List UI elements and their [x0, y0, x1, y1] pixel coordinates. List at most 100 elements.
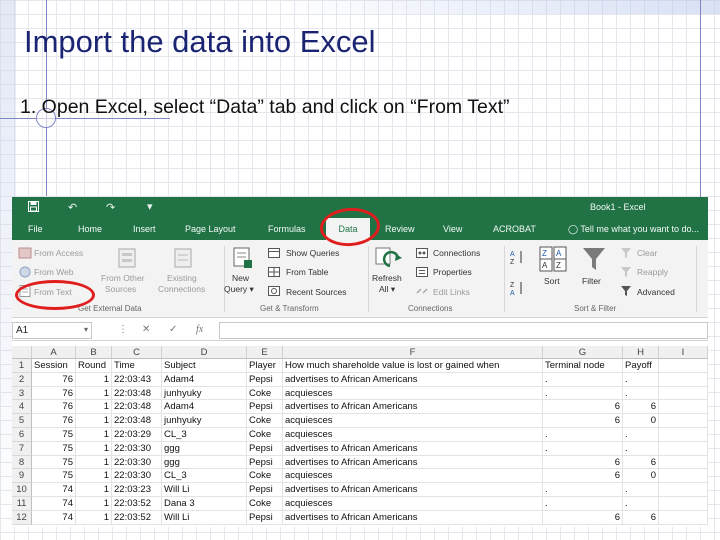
- table-cell[interactable]: advertises to African Americans: [283, 455, 543, 470]
- table-cell[interactable]: 22:03:23: [112, 483, 162, 497]
- table-cell[interactable]: 0: [623, 414, 659, 428]
- table-cell[interactable]: advertises to African Americans: [283, 510, 543, 525]
- sort-button[interactable]: Sort: [544, 276, 560, 286]
- table-cell[interactable]: 6: [543, 510, 623, 525]
- row-header[interactable]: 11: [12, 497, 32, 511]
- table-cell[interactable]: Will Li: [162, 483, 247, 497]
- table-cell[interactable]: 1: [76, 455, 112, 470]
- header-cell[interactable]: Terminal node: [543, 359, 623, 373]
- save-icon[interactable]: [28, 201, 39, 215]
- table-cell[interactable]: 6: [543, 414, 623, 428]
- table-cell[interactable]: [659, 510, 708, 525]
- row-header[interactable]: 6: [12, 428, 32, 442]
- existing-connections-line2[interactable]: Connections: [158, 284, 205, 294]
- table-cell[interactable]: advertises to African Americans: [283, 441, 543, 456]
- formula-input[interactable]: [219, 322, 708, 339]
- refresh-all-button[interactable]: All ▾: [379, 284, 395, 295]
- reapply-button[interactable]: Reapply: [637, 267, 668, 277]
- table-cell[interactable]: Dana 3: [162, 497, 247, 511]
- table-cell[interactable]: Adam4: [162, 400, 247, 415]
- from-access-button[interactable]: From Access: [34, 248, 83, 258]
- table-cell[interactable]: 1: [76, 510, 112, 525]
- row-header[interactable]: 10: [12, 483, 32, 497]
- table-cell[interactable]: [659, 400, 708, 415]
- table-cell[interactable]: 1: [76, 414, 112, 428]
- table-cell[interactable]: 1: [76, 386, 112, 401]
- table-cell[interactable]: junhyuky: [162, 414, 247, 428]
- table-cell[interactable]: 74: [32, 483, 76, 497]
- column-header[interactable]: H: [623, 346, 659, 359]
- table-cell[interactable]: 74: [32, 497, 76, 511]
- from-other-sources-line1[interactable]: From Other: [101, 273, 144, 283]
- table-cell[interactable]: 22:03:48: [112, 414, 162, 428]
- recent-sources-button[interactable]: Recent Sources: [286, 287, 346, 297]
- table-cell[interactable]: Pepsi: [247, 441, 283, 456]
- column-header[interactable]: C: [112, 346, 162, 359]
- table-cell[interactable]: [659, 386, 708, 401]
- table-cell[interactable]: 6: [543, 400, 623, 415]
- table-cell[interactable]: Pepsi: [247, 483, 283, 497]
- table-cell[interactable]: 1: [76, 400, 112, 415]
- table-cell[interactable]: 6: [623, 455, 659, 470]
- table-cell[interactable]: 0: [623, 469, 659, 484]
- column-header[interactable]: E: [247, 346, 283, 359]
- table-cell[interactable]: Coke: [247, 414, 283, 428]
- table-cell[interactable]: Will Li: [162, 510, 247, 525]
- table-cell[interactable]: acquiesces: [283, 428, 543, 442]
- name-box[interactable]: A1 ▾: [12, 322, 92, 339]
- header-cell[interactable]: Subject: [162, 359, 247, 373]
- select-all-corner[interactable]: [12, 346, 32, 359]
- row-header[interactable]: 4: [12, 400, 32, 415]
- customize-toolbar-icon[interactable]: ▾: [147, 200, 153, 213]
- table-cell[interactable]: 76: [32, 414, 76, 428]
- edit-links-button[interactable]: Edit Links: [433, 287, 470, 297]
- table-cell[interactable]: .: [623, 497, 659, 511]
- table-cell[interactable]: 6: [543, 455, 623, 470]
- table-cell[interactable]: Coke: [247, 469, 283, 484]
- table-cell[interactable]: Coke: [247, 497, 283, 511]
- tab-view[interactable]: View: [443, 224, 462, 234]
- table-cell[interactable]: advertises to African Americans: [283, 483, 543, 497]
- table-cell[interactable]: 75: [32, 455, 76, 470]
- table-cell[interactable]: [659, 483, 708, 497]
- column-header[interactable]: I: [659, 346, 708, 359]
- row-header[interactable]: 3: [12, 386, 32, 401]
- tab-formulas[interactable]: Formulas: [268, 224, 306, 234]
- properties-button[interactable]: Properties: [433, 267, 472, 277]
- tab-acrobat[interactable]: ACROBAT: [493, 224, 536, 234]
- table-cell[interactable]: 22:03:30: [112, 455, 162, 470]
- column-header[interactable]: G: [543, 346, 623, 359]
- undo-icon[interactable]: ↶: [68, 201, 77, 214]
- table-cell[interactable]: acquiesces: [283, 386, 543, 401]
- tab-file[interactable]: File: [28, 224, 43, 234]
- filter-button[interactable]: Filter: [582, 276, 601, 286]
- header-cell[interactable]: Time: [112, 359, 162, 373]
- table-cell[interactable]: acquiesces: [283, 497, 543, 511]
- connections-button[interactable]: Connections: [433, 248, 480, 258]
- cancel-icon[interactable]: ✕: [142, 324, 150, 335]
- table-cell[interactable]: .: [623, 441, 659, 456]
- table-cell[interactable]: 75: [32, 428, 76, 442]
- table-cell[interactable]: Coke: [247, 428, 283, 442]
- table-cell[interactable]: advertises to African Americans: [283, 400, 543, 415]
- new-query-line1[interactable]: New: [232, 273, 249, 283]
- table-cell[interactable]: [659, 414, 708, 428]
- column-header[interactable]: D: [162, 346, 247, 359]
- table-cell[interactable]: 6: [623, 400, 659, 415]
- column-header[interactable]: F: [283, 346, 543, 359]
- table-cell[interactable]: 22:03:30: [112, 441, 162, 456]
- new-query-button[interactable]: Query ▾: [224, 284, 254, 295]
- table-cell[interactable]: .: [543, 483, 623, 497]
- advanced-button[interactable]: Advanced: [637, 287, 675, 297]
- table-cell[interactable]: 76: [32, 400, 76, 415]
- from-table-button[interactable]: From Table: [286, 267, 328, 277]
- table-cell[interactable]: 1: [76, 441, 112, 456]
- table-cell[interactable]: .: [543, 441, 623, 456]
- table-cell[interactable]: [659, 497, 708, 511]
- tab-review[interactable]: Review: [385, 224, 415, 234]
- enter-icon[interactable]: ✓: [169, 324, 177, 335]
- table-cell[interactable]: 22:03:30: [112, 469, 162, 484]
- table-cell[interactable]: [659, 428, 708, 442]
- table-cell[interactable]: .: [543, 372, 623, 387]
- table-cell[interactable]: .: [623, 483, 659, 497]
